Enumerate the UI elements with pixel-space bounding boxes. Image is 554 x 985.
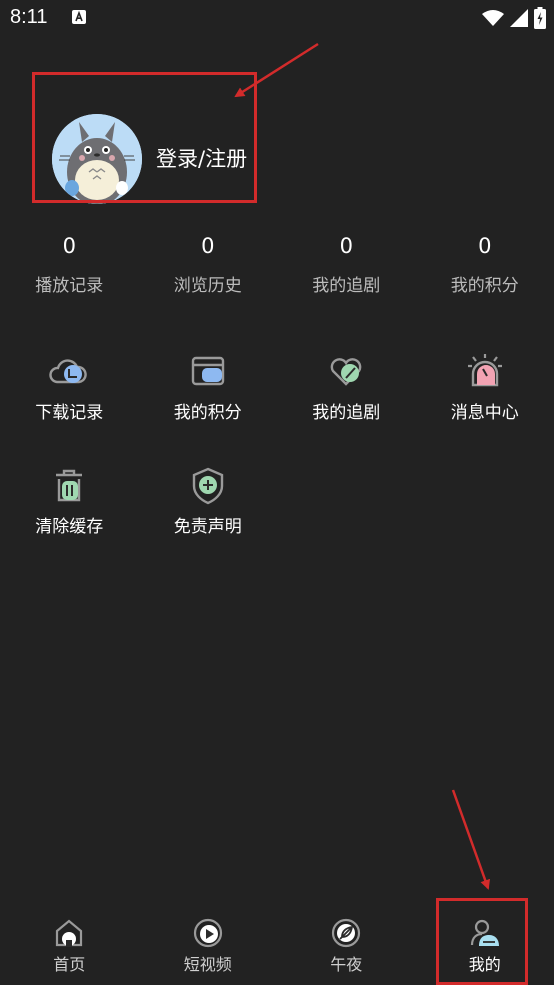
menu-label: 消息中心 bbox=[450, 403, 519, 423]
stats-row: 0 播放记录 0 浏览历史 0 我的追剧 0 我的积分 bbox=[0, 229, 554, 296]
annotation-box-mine-tab bbox=[436, 898, 528, 985]
menu-clear-cache[interactable]: 清除缓存 bbox=[0, 466, 139, 537]
menu-label: 下载记录 bbox=[35, 403, 104, 423]
stat-label: 我的积分 bbox=[450, 276, 519, 296]
stat-label: 播放记录 bbox=[35, 276, 104, 296]
trash-icon bbox=[56, 469, 83, 502]
stat-value: 0 bbox=[339, 234, 353, 258]
alarm-bell-icon bbox=[467, 354, 502, 387]
tab-label: 短视频 bbox=[183, 955, 232, 974]
menu-my-points[interactable]: 我的积分 bbox=[139, 352, 278, 423]
stat-value: 0 bbox=[478, 234, 492, 258]
status-icons bbox=[482, 7, 546, 29]
shield-icon bbox=[192, 467, 223, 505]
cloud-download-icon bbox=[49, 359, 88, 384]
stat-browse-history[interactable]: 0 浏览历史 bbox=[139, 229, 278, 296]
menu-disclaimer[interactable]: 免责声明 bbox=[139, 466, 278, 537]
stat-label: 我的追剧 bbox=[312, 276, 381, 296]
tab-midnight[interactable]: 午夜 bbox=[277, 905, 416, 985]
status-time: 8:11 bbox=[10, 6, 48, 28]
status-bar: 8:11 bbox=[0, 0, 554, 40]
battery-icon bbox=[534, 7, 546, 29]
tab-home[interactable]: 首页 bbox=[0, 905, 139, 985]
annotation-arrow-mine-tab bbox=[451, 789, 491, 890]
tab-short-video[interactable]: 短视频 bbox=[139, 905, 278, 985]
leaf-icon bbox=[332, 918, 361, 948]
menu-download-records[interactable]: 下载记录 bbox=[0, 352, 139, 423]
accessibility-a-icon bbox=[72, 10, 86, 24]
stat-label: 浏览历史 bbox=[173, 276, 242, 296]
signal-icon bbox=[510, 9, 528, 27]
stat-value: 0 bbox=[201, 234, 215, 258]
menu-label: 我的积分 bbox=[173, 403, 242, 423]
tab-label: 午夜 bbox=[330, 955, 363, 974]
menu-my-follows[interactable]: 我的追剧 bbox=[277, 352, 416, 423]
menu-label: 我的追剧 bbox=[312, 403, 381, 423]
menu-message-center[interactable]: 消息中心 bbox=[416, 352, 554, 423]
stat-my-points[interactable]: 0 我的积分 bbox=[416, 229, 554, 296]
menu-label: 清除缓存 bbox=[35, 517, 104, 537]
stat-my-follows[interactable]: 0 我的追剧 bbox=[277, 229, 416, 296]
wifi-icon bbox=[482, 10, 504, 26]
play-icon bbox=[193, 918, 222, 948]
home-icon bbox=[56, 919, 83, 947]
annotation-box-profile bbox=[32, 72, 257, 203]
heart-icon bbox=[330, 358, 362, 386]
tab-label: 首页 bbox=[53, 955, 86, 974]
stat-value: 0 bbox=[62, 234, 76, 258]
menu-label: 免责声明 bbox=[173, 517, 242, 537]
stat-play-history[interactable]: 0 播放记录 bbox=[0, 229, 139, 296]
wallet-icon bbox=[191, 356, 224, 386]
